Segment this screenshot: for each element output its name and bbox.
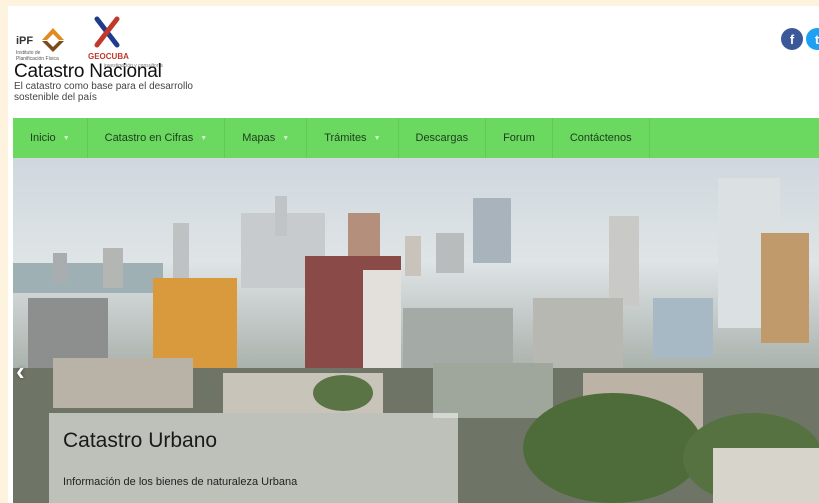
chevron-down-icon: ▼	[282, 134, 290, 142]
geocuba-logo-icon	[94, 16, 120, 48]
geocuba-logo-text: GEOCUBA	[88, 52, 129, 61]
chevron-left-icon[interactable]: ‹	[16, 356, 25, 387]
nav-item-tramites[interactable]: Trámites ▼	[307, 118, 399, 158]
nav-item-label: Forum	[503, 132, 535, 144]
nav-item-inicio[interactable]: Inicio ▼	[13, 118, 88, 158]
social-links: f t	[781, 28, 819, 50]
main-nav: Inicio ▼ Catastro en Cifras ▼ Mapas ▼ Trámi…	[13, 118, 819, 158]
nav-item-forum[interactable]: Forum	[486, 118, 553, 158]
nav-item-contactenos[interactable]: Contáctenos	[553, 118, 650, 158]
ipf-logo-icon	[42, 28, 64, 52]
nav-item-label: Inicio	[30, 132, 56, 144]
nav-item-label: Trámites	[324, 132, 367, 144]
slide-description: Información de los bienes de naturaleza …	[63, 476, 298, 488]
nav-item-descargas[interactable]: Descargas	[399, 118, 487, 158]
ipf-logo-text: iPF	[16, 35, 34, 47]
chevron-down-icon: ▼	[62, 134, 70, 142]
page: iPF Instituto de Planificación Física GE…	[8, 6, 819, 503]
site-title[interactable]: Catastro Nacional	[14, 62, 162, 81]
hero-slider[interactable]: ‹ Catastro Urbano Información de los bie…	[13, 158, 819, 503]
nav-item-label: Descargas	[415, 132, 469, 144]
twitter-icon[interactable]: t	[806, 28, 819, 50]
slide-title: Catastro Urbano	[63, 429, 218, 452]
slide-caption: Catastro Urbano Información de los biene…	[49, 413, 458, 503]
site-tagline: El catastro como base para el desarrollo…	[14, 81, 193, 103]
nav-item-label: Contáctenos	[569, 132, 632, 144]
nav-item-mapas[interactable]: Mapas ▼	[225, 118, 308, 158]
nav-item-catastro-en-cifras[interactable]: Catastro en Cifras ▼	[88, 118, 226, 158]
facebook-icon[interactable]: f	[781, 28, 803, 50]
chevron-down-icon: ▼	[200, 134, 208, 142]
chevron-down-icon: ▼	[373, 134, 381, 142]
nav-item-label: Catastro en Cifras	[104, 132, 194, 144]
nav-item-label: Mapas	[242, 132, 276, 144]
site-header: iPF Instituto de Planificación Física GE…	[8, 6, 819, 116]
